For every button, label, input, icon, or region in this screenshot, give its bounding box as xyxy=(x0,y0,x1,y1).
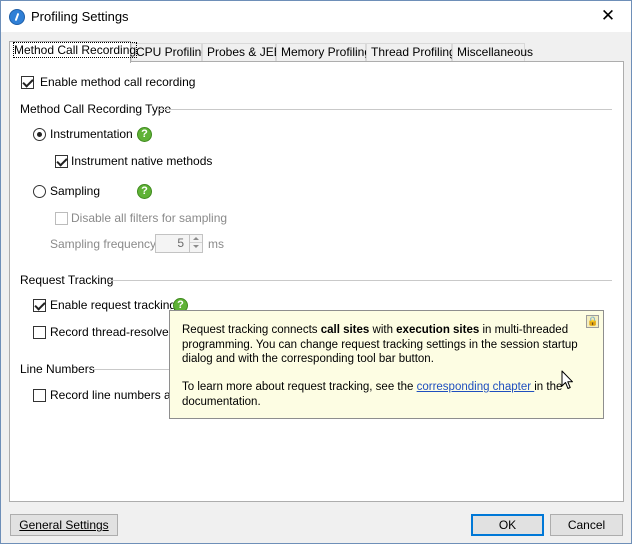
mouse-cursor-icon xyxy=(561,370,573,389)
disable-filters-for-sampling-label: Disable all filters for sampling xyxy=(71,211,228,225)
tooltip-text: To learn more about request tracking, se… xyxy=(182,381,417,393)
tooltip-text: Request tracking connects xyxy=(182,324,321,336)
record-thread-resolved-checkbox[interactable] xyxy=(33,326,46,339)
tab-label: Thread Profiling xyxy=(371,45,456,59)
cancel-label: Cancel xyxy=(567,518,606,532)
tooltip-paragraph: To learn more about request tracking, se… xyxy=(182,380,582,409)
enable-request-tracking-label[interactable]: Enable request tracking xyxy=(50,298,176,312)
record-line-numbers-label[interactable]: Record line numbers and xyxy=(50,388,184,402)
tooltip-text: with xyxy=(369,324,397,336)
tab-label: Memory Profiling xyxy=(281,45,372,59)
enable-method-call-recording-label[interactable]: Enable method call recording xyxy=(40,75,195,89)
sampling-frequency-unit: ms xyxy=(208,237,224,251)
request-tracking-section-title: Request Tracking xyxy=(20,273,114,287)
method-call-recording-panel: Enable method call recording Method Call… xyxy=(9,61,624,502)
window-title: Profiling Settings xyxy=(31,9,129,24)
tooltip-bold-text: call sites xyxy=(320,324,370,336)
disable-filters-for-sampling-checkbox[interactable] xyxy=(55,212,68,225)
tab-thread-profiling[interactable]: Thread Profiling xyxy=(366,43,456,62)
spin-down-icon[interactable] xyxy=(190,243,202,251)
sampling-frequency-spinner[interactable]: 5 xyxy=(155,234,203,253)
record-line-numbers-checkbox[interactable] xyxy=(33,389,46,402)
settings-tabs: Method Call Recording CPU Profiling Prob… xyxy=(9,41,625,63)
profiler-app-icon xyxy=(9,9,25,25)
instrumentation-radio[interactable] xyxy=(33,128,46,141)
instrumentation-label[interactable]: Instrumentation xyxy=(50,127,133,141)
tab-miscellaneous[interactable]: Miscellaneous xyxy=(452,43,533,62)
tab-cpu-profiling[interactable]: CPU Profiling xyxy=(131,43,208,62)
request-tracking-tooltip: 🔒 Request tracking connects call sites w… xyxy=(169,310,604,419)
help-icon[interactable]: ? xyxy=(137,184,152,199)
instrument-native-methods-checkbox[interactable] xyxy=(55,155,68,168)
tab-label: Method Call Recording xyxy=(12,42,138,58)
spinner-buttons xyxy=(189,235,202,252)
tab-memory-profiling[interactable]: Memory Profiling xyxy=(276,43,371,62)
sampling-label[interactable]: Sampling xyxy=(50,184,100,198)
sampling-radio[interactable] xyxy=(33,185,46,198)
section-divider xyxy=(159,109,612,110)
line-numbers-section-title: Line Numbers xyxy=(20,362,95,376)
record-thread-resolved-label[interactable]: Record thread-resolved c xyxy=(50,325,185,339)
ok-button[interactable]: OK xyxy=(471,514,544,536)
section-divider xyxy=(109,280,612,281)
cancel-button[interactable]: Cancel xyxy=(550,514,623,536)
tab-label: Probes & JEE xyxy=(207,45,282,59)
tooltip-paragraph: Request tracking connects call sites wit… xyxy=(182,323,582,367)
tab-label: CPU Profiling xyxy=(136,45,209,59)
spin-up-icon[interactable] xyxy=(190,235,202,243)
enable-request-tracking-checkbox[interactable] xyxy=(33,299,46,312)
recording-type-section-title: Method Call Recording Type xyxy=(20,102,172,116)
tab-probes-jee[interactable]: Probes & JEE xyxy=(202,43,282,62)
close-icon[interactable]: ✕ xyxy=(591,3,625,29)
lock-icon[interactable]: 🔒 xyxy=(586,315,599,328)
profiling-settings-dialog: Profiling Settings ✕ Method Call Recordi… xyxy=(0,0,632,544)
tooltip-bold-text: execution sites xyxy=(396,324,480,336)
enable-method-call-recording-checkbox[interactable] xyxy=(21,76,34,89)
general-settings-label: General Settings xyxy=(19,518,109,532)
general-settings-button[interactable]: General Settings xyxy=(10,514,118,536)
sampling-frequency-label: Sampling frequency: xyxy=(50,237,160,251)
section-divider xyxy=(92,369,172,370)
sampling-frequency-value[interactable]: 5 xyxy=(156,235,188,252)
tab-method-call-recording[interactable]: Method Call Recording xyxy=(9,41,138,63)
ok-label: OK xyxy=(498,518,517,532)
tab-label: Miscellaneous xyxy=(457,45,534,59)
instrument-native-methods-label[interactable]: Instrument native methods xyxy=(71,154,212,168)
corresponding-chapter-link[interactable]: corresponding chapter xyxy=(417,381,535,393)
title-bar: Profiling Settings ✕ xyxy=(1,1,631,32)
help-icon[interactable]: ? xyxy=(137,127,152,142)
